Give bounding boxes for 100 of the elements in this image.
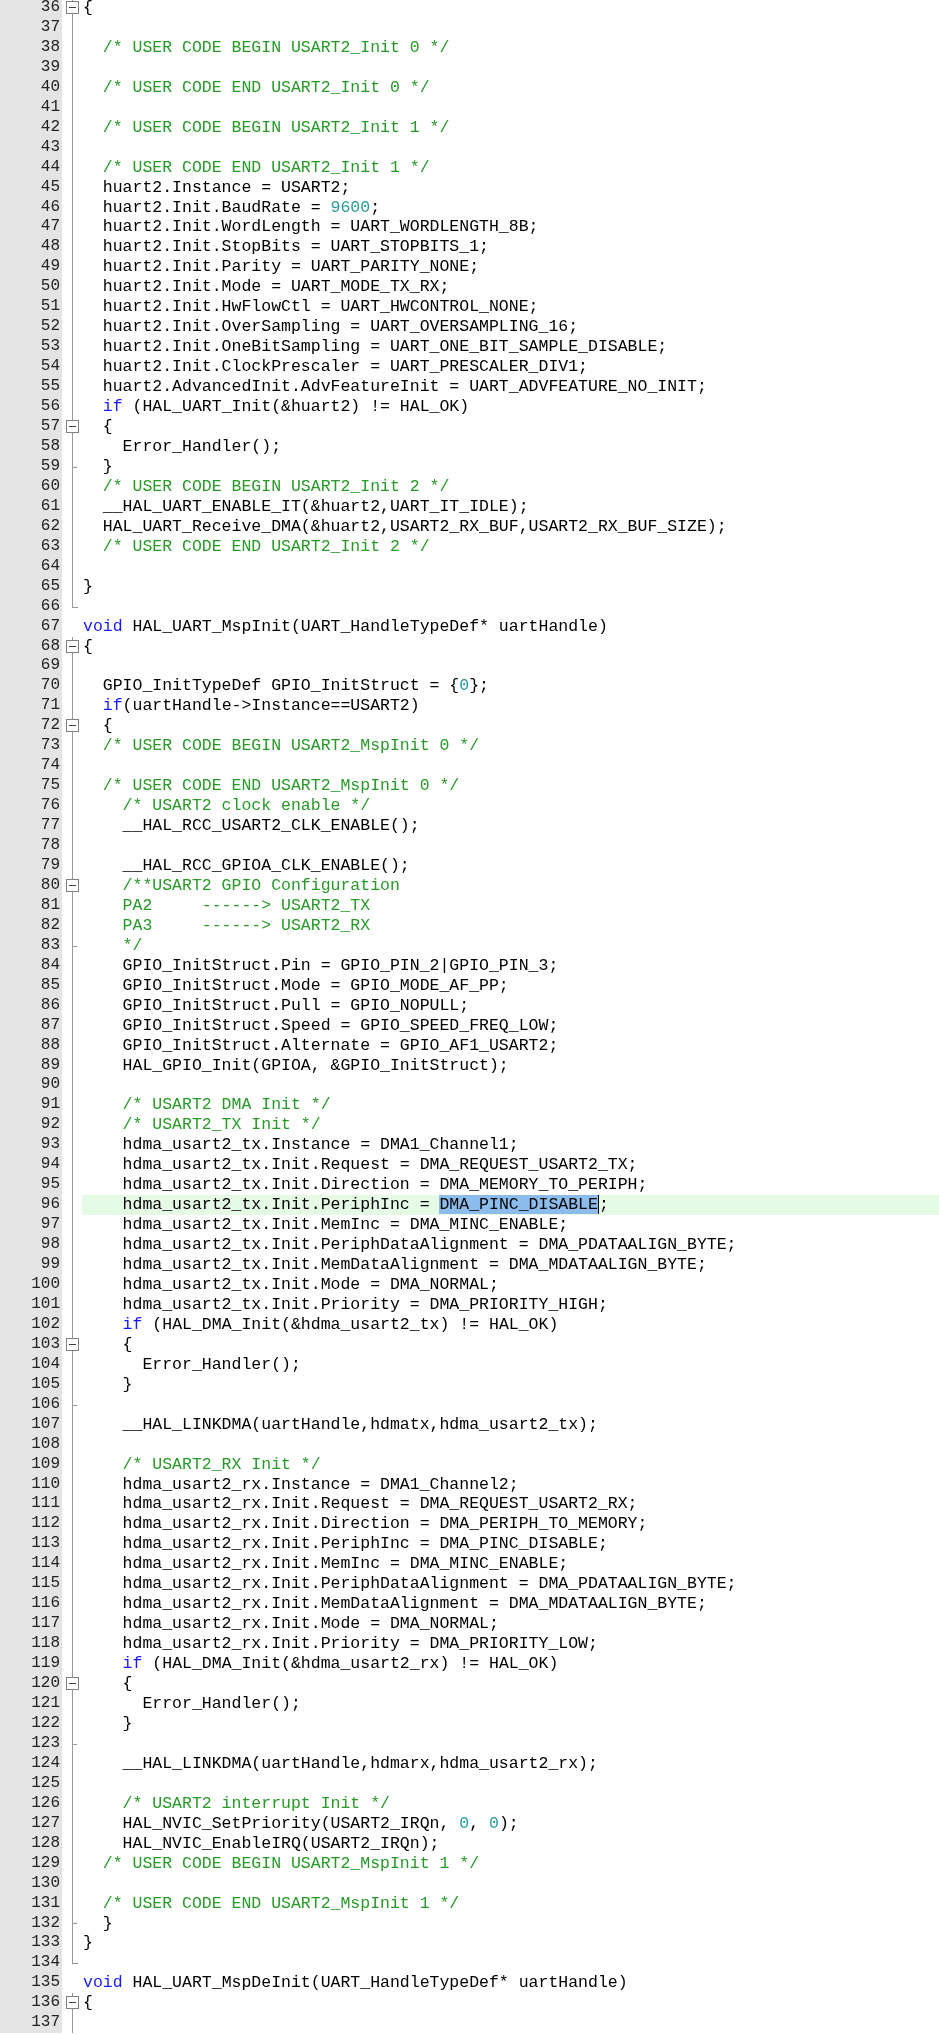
code-line: GPIO_InitStruct.Speed = GPIO_SPEED_FREQ_LOW; (121, 1015, 560, 1036)
line-number: 51 (40, 297, 60, 316)
code-line: HAL_NVIC_SetPriority(USART2_IRQn, 0, 0); (121, 1813, 520, 1834)
line-number: 86 (40, 995, 60, 1014)
code-line: if (HAL_DMA_Init(&hdma_usart2_rx) != HAL_OK) (121, 1654, 560, 1675)
line-number: 48 (40, 237, 60, 256)
line-number: 89 (40, 1055, 60, 1074)
collapse-icon[interactable] (66, 1677, 79, 1691)
line-number: 81 (40, 895, 60, 914)
line-number: 76 (40, 796, 60, 815)
code-line: { (101, 417, 114, 437)
code-line: */ (121, 935, 144, 956)
code-line: __HAL_LINKDMA(uartHandle,hdmarx,hdma_usart2_rx); (121, 1753, 599, 1774)
code-line: } (82, 576, 94, 597)
code-line: /* USART2 clock enable */ (121, 796, 372, 817)
code-line: /**USART2 GPIO Configuration (121, 875, 401, 896)
line-number: 130 (31, 1873, 60, 1892)
line-number: 134 (31, 1953, 60, 1972)
code-line: huart2.Instance = USART2; (101, 177, 352, 198)
line-number: 98 (40, 1235, 60, 1254)
code-line: /* USART2 DMA Init */ (121, 1095, 332, 1116)
line-number: 92 (40, 1115, 60, 1134)
code-line: { (82, 1993, 94, 2014)
line-number: 110 (31, 1474, 60, 1493)
code-line: hdma_usart2_rx.Init.MemDataAlignment = DMA_MDATAALIGN_BYTE; (121, 1594, 708, 1615)
line-number: 38 (40, 37, 60, 56)
line-number: 106 (31, 1394, 60, 1413)
line-number: 119 (31, 1654, 60, 1673)
line-number: 128 (31, 1833, 60, 1852)
code-line: if (HAL_UART_Init(&huart2) != HAL_OK) (101, 397, 471, 417)
collapse-icon[interactable] (66, 420, 79, 433)
collapse-icon[interactable] (66, 878, 79, 892)
line-number: 52 (40, 317, 60, 336)
code-line: huart2.Init.OverSampling = UART_OVERSAMPLING_16; (101, 317, 580, 338)
line-number: 97 (40, 1215, 60, 1234)
code-line: /* USART2_TX Init */ (121, 1115, 322, 1136)
code-line: { (82, 0, 94, 18)
line-number: 111 (31, 1494, 60, 1513)
line-number: 36 (40, 0, 60, 16)
code-line: hdma_usart2_tx.Instance = DMA1_Channel1; (121, 1135, 520, 1156)
line-number: 118 (31, 1634, 60, 1653)
line-number: 84 (40, 955, 60, 974)
code-line: huart2.Init.Mode = UART_MODE_TX_RX; (101, 277, 451, 298)
code-line: void HAL_UART_MspDeInit(UART_HandleTypeDef* uartHandle) (82, 1973, 629, 1994)
line-number: 85 (40, 975, 60, 994)
line-number: 62 (40, 516, 60, 535)
line-number: 68 (40, 636, 60, 655)
line-number: 96 (40, 1195, 60, 1214)
line-number: 54 (40, 357, 60, 376)
code-line: huart2.Init.ClockPrescaler = UART_PRESCALER_DIV1; (101, 357, 589, 378)
collapse-icon[interactable] (66, 1337, 79, 1351)
line-number: 55 (40, 377, 60, 396)
code-line: /* USER CODE END USART2_Init 1 */ (101, 157, 431, 178)
line-number: 56 (40, 397, 60, 416)
line-number: 70 (40, 676, 60, 695)
collapse-icon[interactable] (66, 1, 79, 14)
code-line: hdma_usart2_tx.Init.Request = DMA_REQUEST_USART2_TX; (121, 1155, 639, 1176)
line-number: 115 (31, 1574, 60, 1593)
collapse-icon[interactable] (66, 1996, 79, 2010)
line-number: 73 (40, 736, 60, 755)
line-number: 114 (31, 1554, 60, 1573)
line-number: 59 (40, 456, 60, 475)
code-line: { (121, 1334, 134, 1355)
line-number: 90 (40, 1075, 60, 1094)
line-number: 131 (31, 1893, 60, 1912)
code-line: /* USER CODE END USART2_Init 0 */ (101, 77, 431, 98)
line-number: 94 (40, 1155, 60, 1174)
line-number: 133 (31, 1933, 60, 1952)
code-line: /* USART2_RX Init */ (121, 1454, 322, 1475)
code-line: HAL_GPIO_Init(GPIOA, &GPIO_InitStruct); (121, 1055, 510, 1076)
code-line: huart2.Init.BaudRate = 9600; (101, 197, 382, 218)
code-line: /* USER CODE BEGIN USART2_MspInit 0 */ (101, 736, 481, 757)
code-line: Error_Handler(); (141, 1354, 302, 1375)
line-number: 46 (40, 197, 60, 216)
line-number: 113 (31, 1534, 60, 1553)
code-line: huart2.AdvancedInit.AdvFeatureInit = UART_ADVFEATURE_NO_INIT; (101, 377, 708, 398)
collapse-icon[interactable] (66, 639, 79, 653)
line-number: 100 (31, 1275, 60, 1293)
code-line: hdma_usart2_rx.Init.PeriphInc = DMA_PINC_DISABLE; (121, 1534, 609, 1555)
code-line: hdma_usart2_rx.Init.Direction = DMA_PERIPH_TO_MEMORY; (121, 1514, 649, 1535)
collapse-icon[interactable] (66, 719, 79, 733)
line-number: 50 (40, 277, 60, 296)
code-line: Error_Handler(); (121, 436, 283, 457)
code-line: hdma_usart2_tx.Init.Direction = DMA_MEMORY_TO_PERIPH; (121, 1175, 649, 1196)
line-number: 125 (31, 1773, 60, 1792)
line-number: 49 (40, 257, 60, 276)
line-number: 79 (40, 856, 60, 874)
code-line: PA3 ------> USART2_RX (121, 915, 372, 936)
code-line: if(uartHandle->Instance==USART2) (101, 696, 421, 717)
line-number: 66 (40, 596, 60, 615)
code-line: huart2.Init.HwFlowCtl = UART_HWCONTROL_NONE; (101, 297, 540, 318)
line-number: 112 (31, 1514, 60, 1533)
line-number: 67 (40, 616, 60, 635)
line-number: 83 (40, 935, 60, 954)
line-number: 132 (31, 1913, 60, 1932)
line-number: 107 (31, 1414, 60, 1433)
code-line: GPIO_InitStruct.Pin = GPIO_PIN_2|GPIO_PIN_3; (121, 955, 560, 976)
code-line: GPIO_InitStruct.Alternate = GPIO_AF1_USART2; (121, 1035, 560, 1056)
line-number: 109 (31, 1454, 60, 1473)
line-number: 105 (31, 1374, 60, 1393)
